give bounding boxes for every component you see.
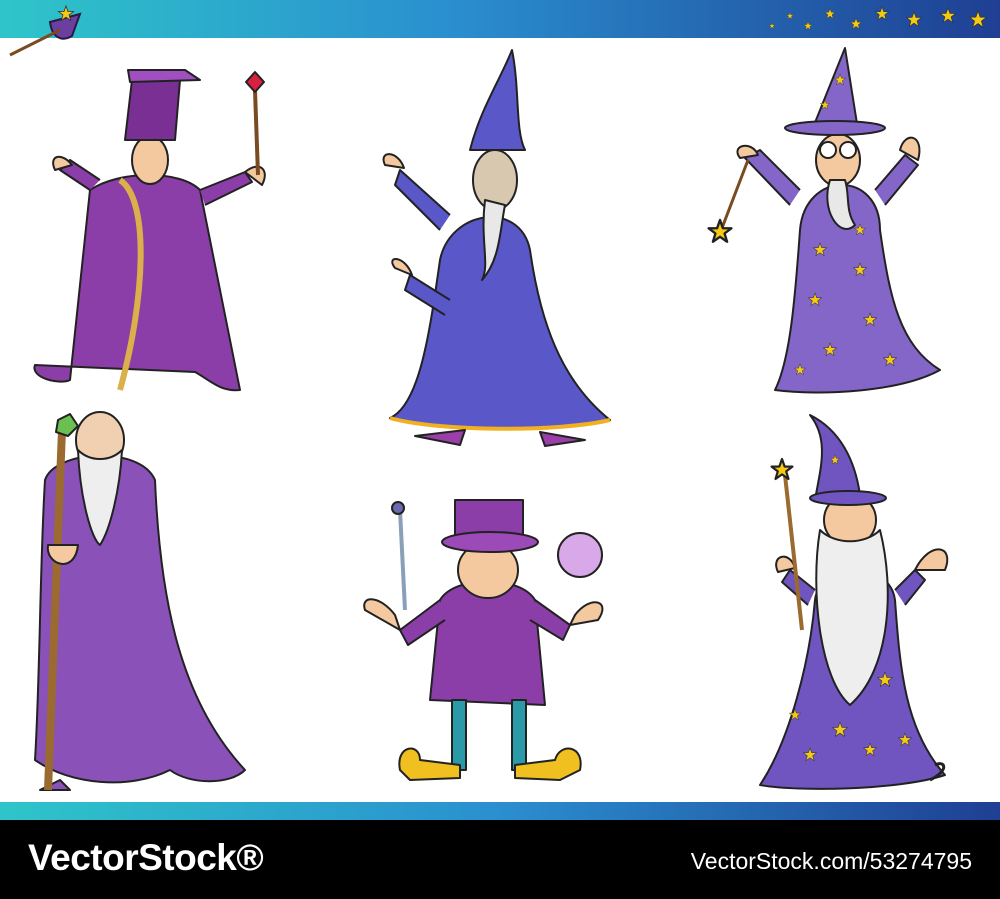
footer-bar: VectorStock® VectorStock.com/53274795 bbox=[0, 820, 1000, 899]
corner-wizard-hat-icon bbox=[9, 5, 82, 57]
wizard-ruby-wand-icon bbox=[33, 69, 266, 392]
wizard-illustration bbox=[9, 5, 987, 791]
vectorstock-logo[interactable]: VectorStock® bbox=[28, 836, 264, 880]
wizard-old-staff-icon bbox=[34, 411, 246, 791]
image-id-label: VectorStock.com/53274795 bbox=[690, 848, 972, 874]
wizard-bearded-stars-icon bbox=[759, 414, 949, 790]
wizard-grinning-icon bbox=[382, 49, 611, 447]
wizard-star-robe-icon bbox=[707, 47, 941, 394]
corner-stars-icon bbox=[769, 6, 987, 30]
magician-top-hat-icon bbox=[363, 499, 604, 781]
